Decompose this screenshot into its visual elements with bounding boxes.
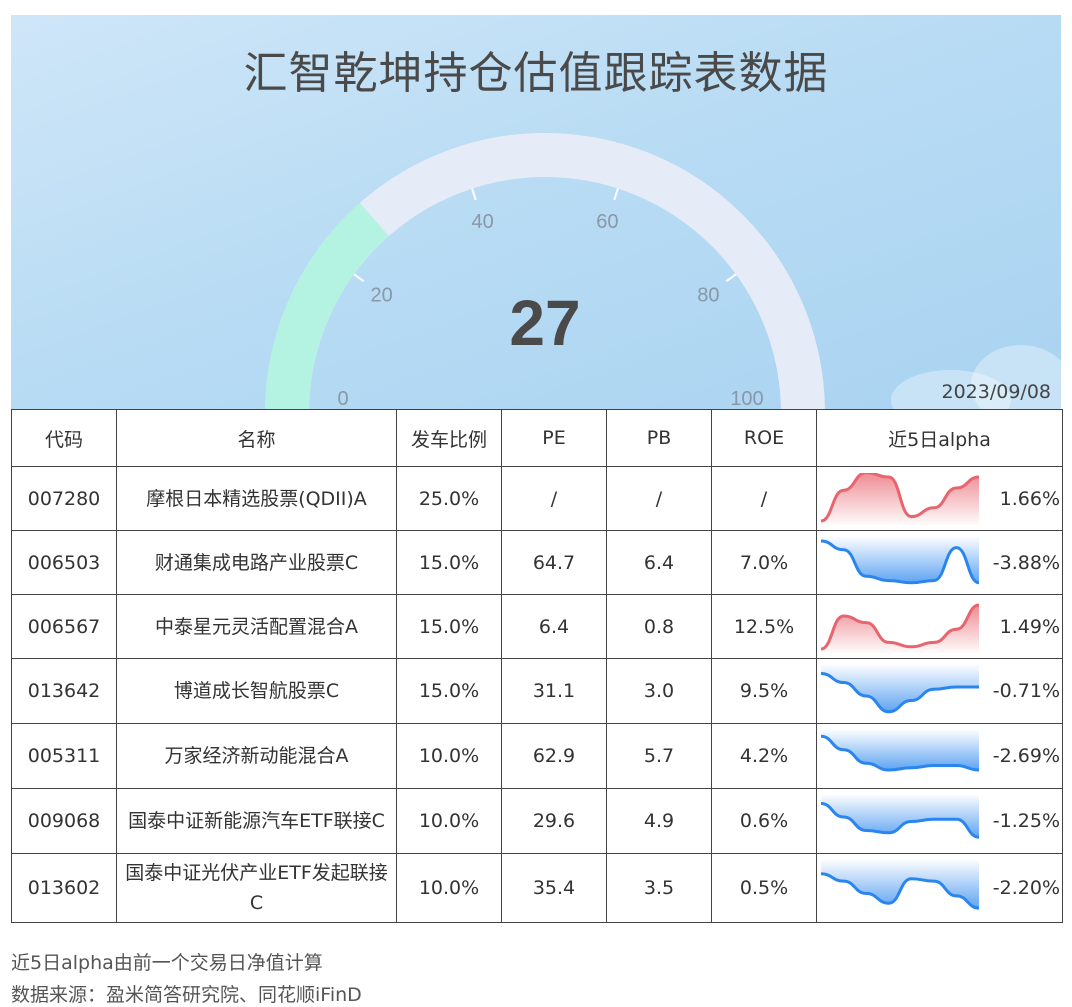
alpha-value: -0.71% — [992, 680, 1060, 702]
fund-table: 代码 名称 发车比例 PE PB ROE 近5日alpha 007280 摩根日本… — [11, 409, 1063, 923]
column-header-roe: ROE — [711, 409, 817, 467]
alpha-sparkline — [821, 603, 979, 653]
roe-value: 7.0% — [711, 530, 817, 595]
pe-value: 62.9 — [501, 723, 607, 789]
column-header-name: 名称 — [116, 409, 397, 467]
pb-value: / — [606, 466, 712, 531]
table-row: 006503 财通集成电路产业股票C 15.0% 64.7 6.4 7.0% -3.88% — [11, 530, 1063, 595]
pe-value: 6.4 — [501, 594, 607, 659]
pb-value: 6.4 — [606, 530, 712, 595]
alpha-value: -3.88% — [992, 551, 1060, 574]
fund-name: 国泰中证新能源汽车ETF联接C — [116, 788, 397, 854]
column-header-ratio: 发车比例 — [396, 409, 502, 467]
alpha-value: -2.20% — [992, 877, 1060, 899]
alpha-value: -2.69% — [992, 745, 1060, 767]
pb-value: 3.5 — [606, 853, 712, 923]
allocation-ratio: 10.0% — [396, 853, 502, 923]
gauge-tick — [353, 273, 365, 283]
pb-value: 5.7 — [606, 723, 712, 789]
sparkline-area — [821, 537, 979, 583]
alpha-sparkline — [821, 730, 979, 772]
fund-name: 财通集成电路产业股票C — [116, 530, 397, 595]
alpha-value: 1.66% — [999, 487, 1060, 510]
roe-value: 0.5% — [711, 853, 817, 923]
alpha-sparkline — [821, 537, 979, 585]
gauge-track — [265, 133, 825, 409]
alpha-cell: -0.71% — [816, 658, 1063, 724]
table-row: 013642 博道成长智航股票C 15.0% 31.1 3.0 9.5% -0.71% — [11, 658, 1063, 724]
roe-value: / — [711, 466, 817, 531]
alpha-cell: -2.69% — [816, 723, 1063, 789]
gauge-tick-label: 100 — [730, 388, 763, 409]
allocation-ratio: 25.0% — [396, 466, 502, 531]
table-row: 007280 摩根日本精选股票(QDII)A 25.0% / //1.66% — [11, 466, 1063, 531]
footnote: 近5日alpha由前一个交易日净值计算 — [11, 952, 323, 974]
column-header-alpha: 近5日alpha — [816, 409, 1063, 467]
pe-value: 29.6 — [501, 788, 607, 854]
fund-code: 006503 — [11, 530, 117, 595]
valuation-gauge: 0 20 40 60 80 100 27 — [265, 133, 825, 409]
gauge-tick-label: 60 — [596, 211, 618, 233]
fund-code: 013642 — [11, 658, 117, 724]
allocation-ratio: 15.0% — [396, 594, 502, 659]
sparkline-area — [821, 860, 979, 909]
alpha-sparkline — [821, 860, 979, 910]
column-header-code: 代码 — [11, 409, 117, 467]
roe-value: 0.6% — [711, 788, 817, 854]
fund-code: 006567 — [11, 594, 117, 659]
alpha-sparkline — [821, 665, 979, 714]
pe-value: 35.4 — [501, 853, 607, 923]
gauge-tick-label: 80 — [697, 284, 719, 306]
fund-code: 009068 — [11, 788, 117, 854]
allocation-ratio: 10.0% — [396, 723, 502, 789]
column-header-pb: PB — [606, 409, 712, 467]
pe-value: / — [501, 466, 607, 531]
table-row: 006567 中泰星元灵活配置混合A 15.0% 6.4 0.8 12.5% 1.49% — [11, 594, 1063, 659]
table-row: 009068 国泰中证新能源汽车ETF联接C 10.0% 29.6 4.9 0.6% -1.… — [11, 788, 1063, 854]
roe-value: 9.5% — [711, 658, 817, 724]
pe-value: 31.1 — [501, 658, 607, 724]
table-row: 005311 万家经济新动能混合A 10.0% 62.9 5.7 4.2% -2.69% — [11, 723, 1063, 789]
alpha-cell: 1.66% — [816, 466, 1063, 531]
alpha-cell: -1.25% — [816, 788, 1063, 854]
fund-name: 中泰星元灵活配置混合A — [116, 594, 397, 659]
pb-value: 4.9 — [606, 788, 712, 854]
alpha-cell: -3.88% — [816, 530, 1063, 595]
fund-name: 博道成长智航股票C — [116, 658, 397, 724]
roe-value: 4.2% — [711, 723, 817, 789]
allocation-ratio: 15.0% — [396, 530, 502, 595]
report-date: 2023/09/08 — [941, 381, 1051, 403]
fund-code: 013602 — [11, 853, 117, 923]
alpha-value: 1.49% — [999, 615, 1060, 638]
gauge-tick — [471, 188, 477, 201]
data-source: 数据来源：盈米简答研究院、同花顺iFinD — [11, 984, 362, 1006]
alpha-value: -1.25% — [992, 810, 1060, 832]
alpha-sparkline — [821, 473, 979, 525]
pb-value: 0.8 — [606, 594, 712, 659]
pb-value: 3.0 — [606, 658, 712, 724]
gauge-fill — [265, 202, 390, 409]
alpha-cell: -2.20% — [816, 853, 1063, 923]
gauge-tick-label: 20 — [370, 284, 392, 306]
header-banner: 汇智乾坤持仓估值跟踪表数据 0 20 40 60 80 100 27 2023/09/08 — [11, 15, 1061, 409]
allocation-ratio: 10.0% — [396, 788, 502, 854]
gauge-tick-label: 0 — [337, 388, 348, 409]
fund-code: 005311 — [11, 723, 117, 789]
column-header-pe: PE — [501, 409, 607, 467]
fund-name: 万家经济新动能混合A — [116, 723, 397, 789]
roe-value: 12.5% — [711, 594, 817, 659]
gauge-tick-label: 40 — [471, 211, 493, 233]
gauge-value: 27 — [509, 287, 580, 359]
fund-code: 007280 — [11, 466, 117, 531]
pe-value: 64.7 — [501, 530, 607, 595]
allocation-ratio: 15.0% — [396, 658, 502, 724]
fund-name: 国泰中证光伏产业ETF发起联接C — [116, 853, 397, 923]
fund-name: 摩根日本精选股票(QDII)A — [116, 466, 397, 531]
table-row: 013602 国泰中证光伏产业ETF发起联接C 10.0% 35.4 3.5 0.5% -2… — [11, 853, 1063, 923]
alpha-sparkline — [821, 795, 979, 839]
table-header-row: 代码 名称 发车比例 PE PB ROE 近5日alpha — [11, 409, 1063, 467]
gauge-tick — [613, 188, 619, 201]
gauge-tick — [725, 273, 737, 283]
alpha-cell: 1.49% — [816, 594, 1063, 659]
